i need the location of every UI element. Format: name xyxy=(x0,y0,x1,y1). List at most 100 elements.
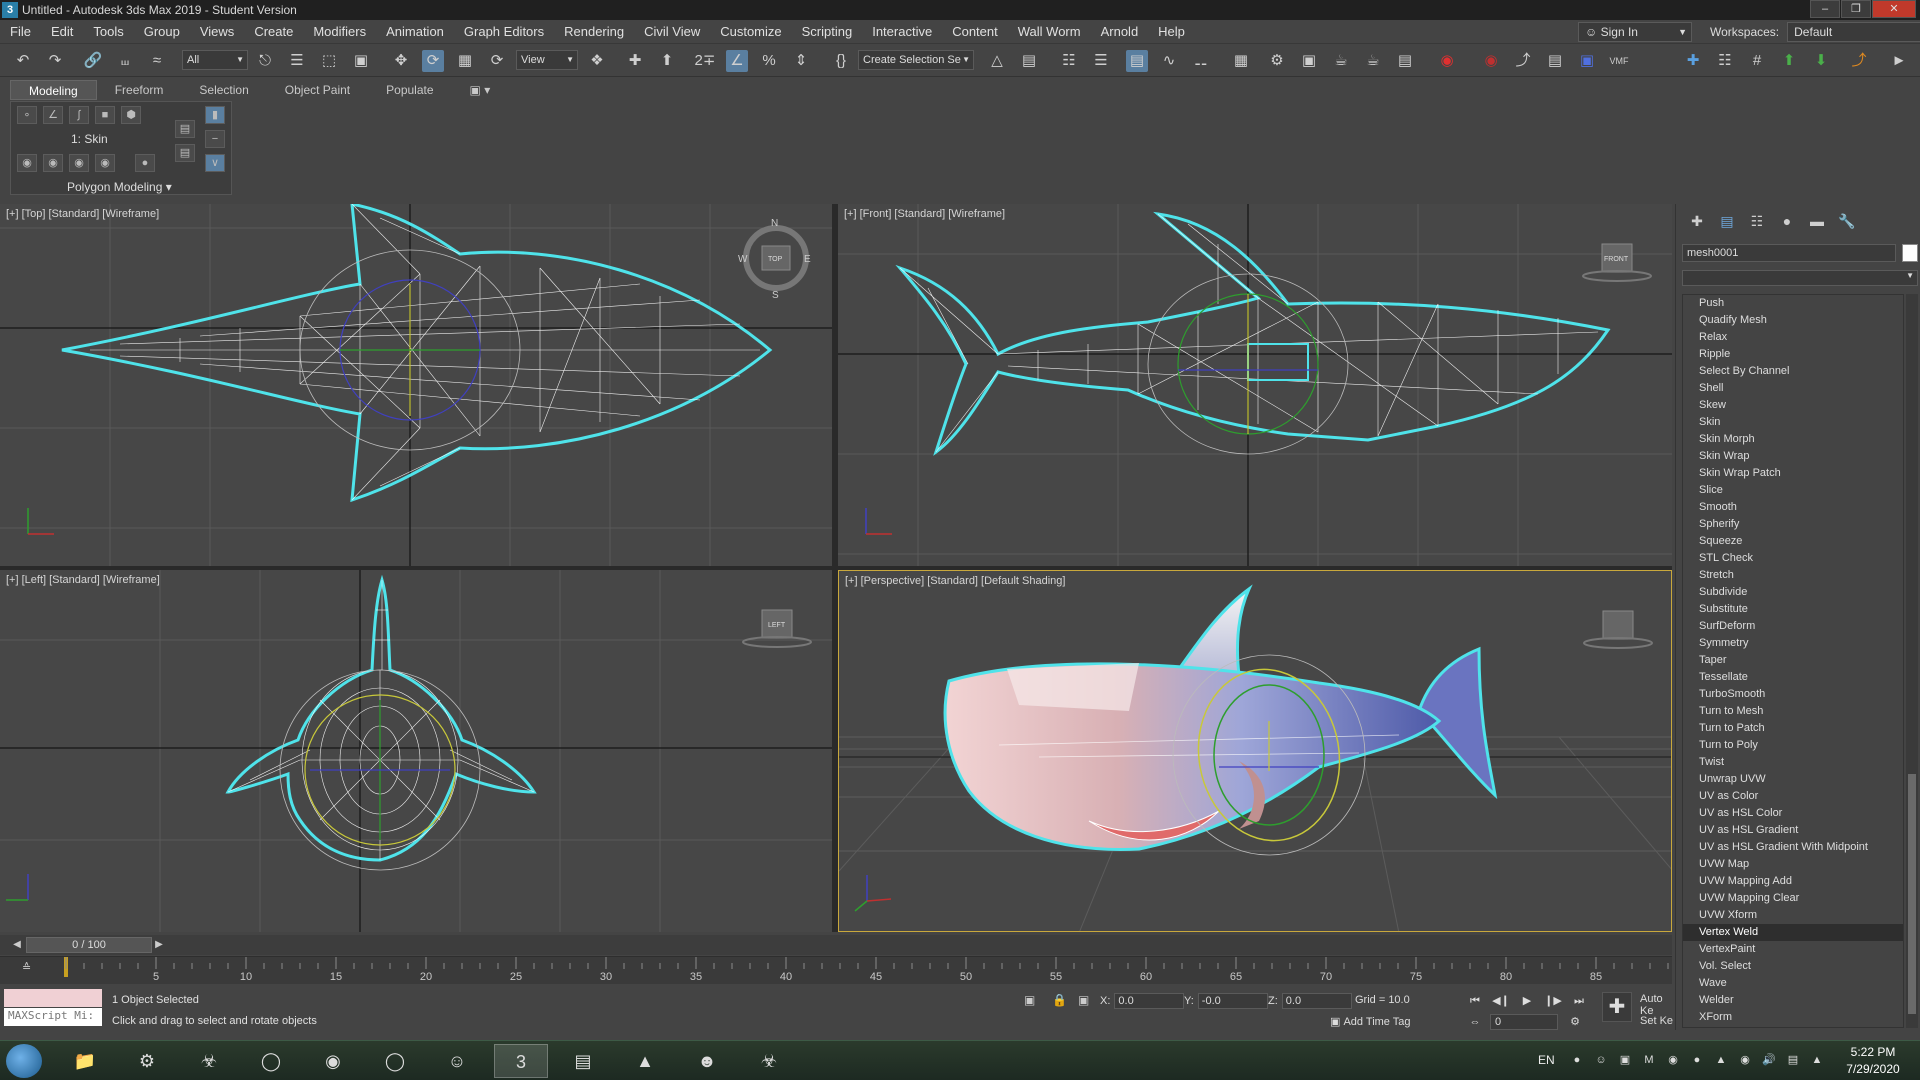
green-arrow-icon[interactable]: ⬆ xyxy=(1778,50,1800,72)
object-color-swatch[interactable] xyxy=(1902,244,1918,262)
z-coordinate-field[interactable]: 0.0 xyxy=(1281,993,1352,1009)
show-cage-icon[interactable]: ◉ xyxy=(95,154,115,172)
green-down-icon[interactable]: ⬇ xyxy=(1810,50,1832,72)
speaker-icon[interactable]: 🔊 xyxy=(1762,1053,1776,1067)
selection-lock-icon[interactable]: 🔒 xyxy=(1052,993,1067,1007)
object-name-field[interactable]: mesh0001 xyxy=(1682,244,1896,262)
modifier-item[interactable]: Unwrap UVW xyxy=(1683,771,1903,788)
previous-frame-icon[interactable]: ◀ xyxy=(10,937,24,953)
menu-content[interactable]: Content xyxy=(942,20,1008,44)
create-tab-icon[interactable]: ✚ xyxy=(1682,210,1712,232)
wall-worm-icon[interactable]: ▣ xyxy=(1576,50,1598,72)
x-coordinate-field[interactable]: 0.0 xyxy=(1114,993,1185,1009)
link-icon[interactable]: 🔗 xyxy=(82,50,104,72)
viewport-left-label[interactable]: [+] [Left] [Standard] [Wireframe] xyxy=(6,574,160,586)
modifier-item[interactable]: Smooth xyxy=(1683,499,1903,516)
modifier-item[interactable]: Ripple xyxy=(1683,346,1903,363)
tab-modeling[interactable]: Modeling xyxy=(10,80,97,100)
workspaces-dropdown[interactable]: Default ▼ xyxy=(1787,22,1920,42)
acrobat-icon[interactable]: ▲ xyxy=(618,1044,672,1078)
restore-icon[interactable]: ❐ xyxy=(1841,0,1871,18)
vertex-subobject-icon[interactable]: ∘ xyxy=(17,106,37,124)
modifier-item[interactable]: UVW Mapping Add xyxy=(1683,873,1903,890)
file-explorer-icon[interactable]: 📁 xyxy=(58,1044,112,1078)
render-production-icon[interactable]: ☕ xyxy=(1330,50,1352,72)
modifier-item[interactable]: Skin Wrap xyxy=(1683,448,1903,465)
next-key-icon[interactable]: ❙▶ xyxy=(1544,993,1562,1009)
modifier-item[interactable]: Slice xyxy=(1683,482,1903,499)
modifier-item[interactable]: Shell xyxy=(1683,380,1903,397)
polygon-modeling-dropdown[interactable]: Polygon Modeling ▾ xyxy=(67,180,172,194)
modifier-item[interactable]: Tessellate xyxy=(1683,669,1903,686)
modifier-item[interactable]: Turn to Mesh xyxy=(1683,703,1903,720)
window-crossing-icon[interactable]: ▣ xyxy=(350,50,372,72)
windows-start-button[interactable] xyxy=(6,1044,42,1078)
modifier-list[interactable]: Push Quadify Mesh Relax Ripple Select By Cha… xyxy=(1682,294,1904,1028)
modifier-item[interactable]: Vol. Select xyxy=(1683,958,1903,975)
mask-app-icon[interactable]: ☻ xyxy=(680,1044,734,1078)
auto-key-button[interactable]: Auto Ke xyxy=(1640,993,1675,1017)
set-keys-icon[interactable]: ✚ xyxy=(1602,992,1632,1022)
game-app-icon[interactable]: ☣ xyxy=(182,1044,236,1078)
modifier-item[interactable]: Skin xyxy=(1683,414,1903,431)
viewport-perspective-label[interactable]: [+] [Perspective] [Standard] [Default Sh… xyxy=(845,575,1065,587)
menu-customize[interactable]: Customize xyxy=(710,20,791,44)
modifier-item[interactable]: Stretch xyxy=(1683,567,1903,584)
absolute-mode-icon[interactable]: ▣ xyxy=(1078,993,1089,1007)
tray-app6-icon[interactable]: ▲ xyxy=(1714,1053,1728,1067)
modifier-item[interactable]: UVW Mapping Clear xyxy=(1683,890,1903,907)
modify-tab-icon[interactable]: ▤ xyxy=(1712,210,1742,232)
clock-time[interactable]: 5:22 PM xyxy=(1838,1045,1908,1059)
tab-freeform[interactable]: Freeform xyxy=(97,80,182,100)
preserve-uvs-icon[interactable]: ◉ xyxy=(43,154,63,172)
input-language[interactable]: EN xyxy=(1538,1053,1555,1067)
shark-top-wireframe[interactable] xyxy=(61,204,773,503)
modify-mode-icon[interactable]: ◉ xyxy=(17,154,37,172)
tab-selection[interactable]: Selection xyxy=(181,80,266,100)
modifier-item[interactable]: Spherify xyxy=(1683,516,1903,533)
rendered-frame-window-icon[interactable]: ▣ xyxy=(1298,50,1320,72)
edit-named-selection-icon[interactable]: {} xyxy=(830,50,852,72)
key-mode-icon[interactable]: ⇔ xyxy=(1466,1014,1484,1030)
curve-editor-icon[interactable]: ∿ xyxy=(1158,50,1180,72)
orange-tool-icon[interactable]: ⤴ xyxy=(1848,50,1870,72)
3dsmax-taskbar-icon[interactable]: 3 xyxy=(494,1044,548,1078)
menu-civil-view[interactable]: Civil View xyxy=(634,20,710,44)
modifier-item[interactable]: UV as HSL Gradient With Midpoint xyxy=(1683,839,1903,856)
network-icon[interactable]: ▤ xyxy=(1786,1053,1800,1067)
menu-tools[interactable]: Tools xyxy=(83,20,133,44)
arnold-light-icon[interactable]: ⤴ xyxy=(1512,50,1534,72)
chrome-icon[interactable]: ◯ xyxy=(368,1044,422,1078)
align-icon[interactable]: ▤ xyxy=(1018,50,1040,72)
select-by-name-icon[interactable]: ☰ xyxy=(286,50,308,72)
filters-icon[interactable]: ≙ xyxy=(22,961,31,974)
play-icon[interactable]: ▶ xyxy=(1518,993,1536,1009)
go-to-end-icon[interactable]: ⏭ xyxy=(1570,993,1588,1009)
tray-app2-icon[interactable]: ▣ xyxy=(1618,1053,1632,1067)
undo-icon[interactable]: ↶ xyxy=(12,50,34,72)
go-to-start-icon[interactable]: ⏮ xyxy=(1466,993,1484,1009)
close-icon[interactable]: ✕ xyxy=(1872,0,1916,18)
unlink-icon[interactable]: ⧢ xyxy=(114,50,136,72)
bind-space-warp-icon[interactable]: ≈ xyxy=(146,50,168,72)
polygon-subobject-icon[interactable]: ■ xyxy=(95,106,115,124)
viewport-top[interactable]: N S E W TOP [+] [Top] [Standard] [Wirefr… xyxy=(0,204,832,566)
maxscript-mini-listener[interactable]: MAXScript Mi: xyxy=(4,1008,102,1026)
modifier-item[interactable]: Turn to Patch xyxy=(1683,720,1903,737)
place-icon[interactable]: ⟳ xyxy=(486,50,508,72)
previous-key-icon[interactable]: ◀❙ xyxy=(1492,993,1510,1009)
minimize-icon[interactable]: – xyxy=(1810,0,1840,18)
next-frame-icon[interactable]: ▶ xyxy=(152,937,166,953)
modifier-item[interactable]: Welder xyxy=(1683,992,1903,1009)
modifier-item[interactable]: Turn to Poly xyxy=(1683,737,1903,754)
gimp-icon[interactable]: ☣ xyxy=(742,1044,796,1078)
select-manipulate-icon[interactable]: ✚ xyxy=(624,50,646,72)
vmf-export-icon[interactable]: VMF xyxy=(1608,50,1630,72)
shark-left-wireframe[interactable] xyxy=(225,574,537,871)
grid-icon[interactable]: ☷ xyxy=(1714,50,1736,72)
menu-scripting[interactable]: Scripting xyxy=(792,20,863,44)
modifier-list-dropdown[interactable]: ▼ xyxy=(1682,270,1918,286)
element-subobject-icon[interactable]: ⬢ xyxy=(121,106,141,124)
modifier-item[interactable]: Symmetry xyxy=(1683,635,1903,652)
shark-shaded-model[interactable] xyxy=(943,584,1498,856)
